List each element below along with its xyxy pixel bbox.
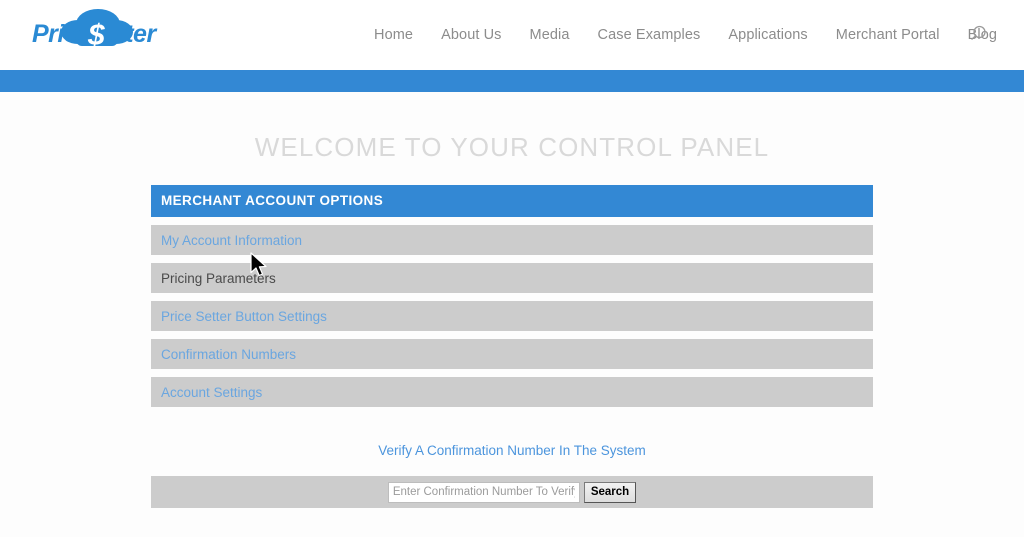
option-link-pricing-parameters[interactable]: Pricing Parameters <box>161 271 276 286</box>
svg-text:etter: etter <box>104 20 157 48</box>
option-row-my-account-information[interactable]: My Account Information <box>151 225 873 255</box>
option-link-price-setter-button-settings[interactable]: Price Setter Button Settings <box>161 309 327 324</box>
nav-item-case-examples[interactable]: Case Examples <box>584 27 715 43</box>
main-navigation: Home About Us Media Case Examples Applic… <box>360 0 1011 70</box>
confirmation-number-input[interactable] <box>387 481 580 503</box>
verify-section-title: Verify A Confirmation Number In The Syst… <box>378 443 646 458</box>
option-row-pricing-parameters[interactable]: Pricing Parameters <box>151 263 873 293</box>
panel-header: MERCHANT ACCOUNT OPTIONS <box>151 185 873 217</box>
search-icon[interactable] <box>964 20 992 48</box>
option-link-confirmation-numbers[interactable]: Confirmation Numbers <box>161 347 296 362</box>
nav-item-home[interactable]: Home <box>360 27 427 43</box>
verify-search-bar: Search <box>151 476 873 508</box>
accent-band <box>0 70 1024 92</box>
site-logo[interactable]: Price $ etter <box>20 6 160 58</box>
nav-item-merchant-portal[interactable]: Merchant Portal <box>822 27 954 43</box>
option-row-account-settings[interactable]: Account Settings <box>151 377 873 407</box>
page-title: WELCOME TO YOUR CONTROL PANEL <box>254 132 770 162</box>
nav-item-applications[interactable]: Applications <box>714 27 821 43</box>
svg-text:$: $ <box>87 19 105 52</box>
nav-item-media[interactable]: Media <box>516 27 584 43</box>
logo-cloud-icon: Price $ etter <box>32 9 158 52</box>
svg-text:Price: Price <box>32 20 91 48</box>
option-row-price-setter-button-settings[interactable]: Price Setter Button Settings <box>151 301 873 331</box>
nav-item-about-us[interactable]: About Us <box>427 27 515 43</box>
page-body: WELCOME TO YOUR CONTROL PANEL MERCHANT A… <box>0 92 1024 508</box>
search-button[interactable]: Search <box>583 481 637 503</box>
merchant-account-panel: MERCHANT ACCOUNT OPTIONS My Account Info… <box>151 185 873 508</box>
option-link-my-account-information[interactable]: My Account Information <box>161 233 302 248</box>
site-header: Price $ etter Home About Us Media Case E… <box>0 0 1024 70</box>
option-link-account-settings[interactable]: Account Settings <box>161 385 262 400</box>
option-row-confirmation-numbers[interactable]: Confirmation Numbers <box>151 339 873 369</box>
